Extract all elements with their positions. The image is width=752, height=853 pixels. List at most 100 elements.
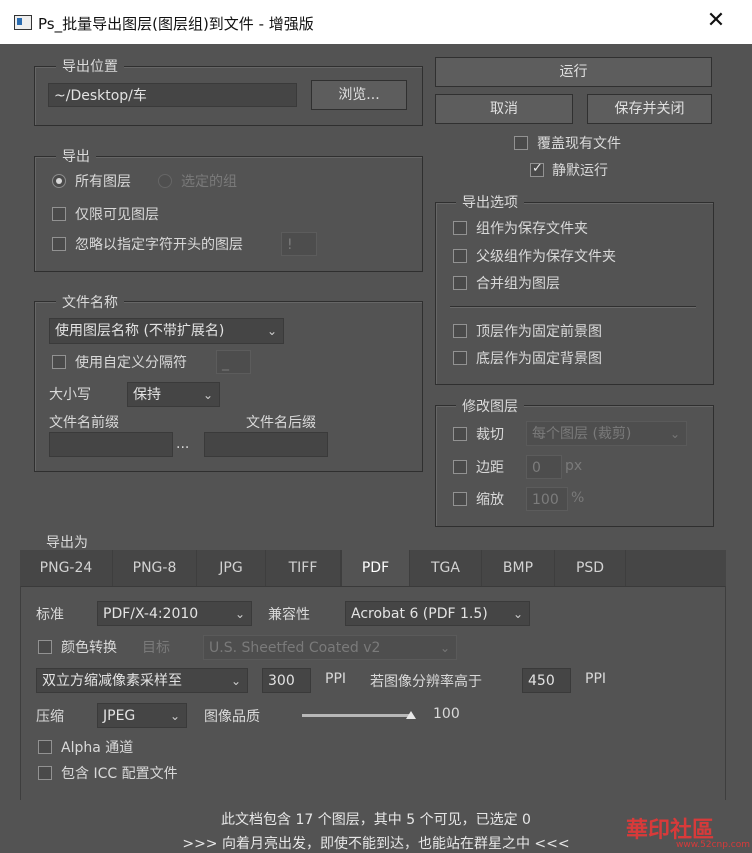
standard-select[interactable]: PDF/X-4:2010 ⌄ xyxy=(97,601,252,626)
standard-label: 标准 xyxy=(36,607,64,623)
case-value: 保持 xyxy=(133,387,161,403)
tab-jpg[interactable]: JPG xyxy=(197,550,266,586)
export-options-legend: 导出选项 xyxy=(456,192,524,212)
crop-mode-select[interactable]: 每个图层 (裁剪) ⌄ xyxy=(526,421,687,446)
downsample-ppi-input[interactable]: 300 xyxy=(262,668,311,693)
silent-run-label: 静默运行 xyxy=(552,163,608,179)
prefix-suffix-ellipsis: ... xyxy=(176,436,190,452)
options-divider xyxy=(450,306,696,307)
selected-groups-radio[interactable] xyxy=(158,174,172,188)
crop-label: 裁切 xyxy=(476,427,504,443)
target-profile-value: U.S. Sheetfed Coated v2 xyxy=(209,640,381,656)
naming-mode-select[interactable]: 使用图层名称 (不带扩展名) ⌄ xyxy=(49,318,284,344)
compression-select[interactable]: JPEG ⌄ xyxy=(97,703,187,728)
case-select[interactable]: 保持 ⌄ xyxy=(127,382,220,407)
tab-tiff[interactable]: TIFF xyxy=(266,550,341,586)
downsample-select[interactable]: 双立方缩减像素采样至 ⌄ xyxy=(36,668,248,693)
compat-label: 兼容性 xyxy=(268,607,310,623)
chevron-down-icon: ⌄ xyxy=(234,607,245,621)
export-as-legend: 导出为 xyxy=(40,532,94,552)
group-as-folder-label: 组作为保存文件夹 xyxy=(476,221,588,237)
tab-tga[interactable]: TGA xyxy=(410,550,482,586)
tab-psd[interactable]: PSD xyxy=(555,550,626,586)
prefix-input[interactable] xyxy=(49,432,173,457)
chevron-down-icon: ⌄ xyxy=(169,709,180,723)
color-conversion-label: 颜色转换 xyxy=(61,640,117,656)
ignore-prefix-label: 忽略以指定字符开头的图层 xyxy=(75,237,243,253)
chevron-down-icon: ⌄ xyxy=(512,607,523,621)
all-layers-radio[interactable] xyxy=(52,174,66,188)
downsample-value: 双立方缩减像素采样至 xyxy=(42,673,182,689)
run-button[interactable]: 运行 xyxy=(435,57,712,87)
margin-checkbox[interactable] xyxy=(453,460,467,474)
scale-input[interactable]: 100 xyxy=(526,487,568,511)
margin-input[interactable]: 0 xyxy=(526,455,562,479)
compression-value: JPEG xyxy=(103,708,136,724)
merge-group-checkbox[interactable] xyxy=(453,276,467,290)
tab-png24[interactable]: PNG-24 xyxy=(20,550,113,586)
custom-separator-input[interactable]: _ xyxy=(216,350,251,374)
chevron-down-icon: ⌄ xyxy=(439,641,450,655)
compat-select[interactable]: Acrobat 6 (PDF 1.5) ⌄ xyxy=(345,601,530,626)
chevron-down-icon: ⌄ xyxy=(669,427,680,441)
quality-slider-track[interactable] xyxy=(302,714,412,717)
silent-run-checkbox[interactable] xyxy=(530,161,544,177)
threshold-ppi-input[interactable]: 450 xyxy=(522,668,571,693)
scale-unit: % xyxy=(571,490,585,506)
path-input[interactable]: ~/Desktop/车 xyxy=(48,83,297,107)
chevron-down-icon: ⌄ xyxy=(266,324,277,338)
title-bar: Ps_批量导出图层(图层组)到文件 - 增强版 ✕ xyxy=(0,0,752,44)
color-conversion-checkbox[interactable] xyxy=(38,640,52,654)
naming-mode-value: 使用图层名称 (不带扩展名) xyxy=(55,323,225,339)
crop-mode-value: 每个图层 (裁剪) xyxy=(532,426,632,442)
compat-value: Acrobat 6 (PDF 1.5) xyxy=(351,606,488,622)
downsample-ppi-unit: PPI xyxy=(325,671,347,687)
bottom-layer-background-checkbox[interactable] xyxy=(453,351,467,365)
overwrite-label: 覆盖现有文件 xyxy=(537,136,621,152)
prefix-label: 文件名前缀 xyxy=(49,415,119,431)
quality-slider-handle[interactable] xyxy=(406,711,416,719)
chevron-down-icon: ⌄ xyxy=(230,674,241,688)
all-layers-label: 所有图层 xyxy=(75,174,131,190)
ignore-prefix-input[interactable]: ! xyxy=(281,232,317,256)
crop-checkbox[interactable] xyxy=(453,427,467,441)
compression-label: 压缩 xyxy=(36,709,64,725)
ignore-prefix-checkbox[interactable] xyxy=(52,237,66,251)
custom-separator-checkbox[interactable] xyxy=(52,355,66,369)
group-as-folder-checkbox[interactable] xyxy=(453,221,467,235)
tab-png8[interactable]: PNG-8 xyxy=(113,550,197,586)
window-title: Ps_批量导出图层(图层组)到文件 - 增强版 xyxy=(38,15,314,33)
threshold-ppi-unit: PPI xyxy=(585,671,607,687)
margin-unit: px xyxy=(565,458,583,474)
quality-value: 100 xyxy=(433,706,460,722)
top-layer-foreground-checkbox[interactable] xyxy=(453,324,467,338)
export-legend: 导出 xyxy=(56,146,96,166)
visible-only-checkbox[interactable] xyxy=(52,207,66,221)
scale-checkbox[interactable] xyxy=(453,492,467,506)
icc-profile-checkbox[interactable] xyxy=(38,766,52,780)
quality-label: 图像品质 xyxy=(204,709,260,725)
tab-bmp[interactable]: BMP xyxy=(482,550,555,586)
suffix-label: 文件名后缀 xyxy=(246,415,316,431)
standard-value: PDF/X-4:2010 xyxy=(103,606,199,622)
selected-groups-label: 选定的组 xyxy=(181,174,237,190)
browse-button[interactable]: 浏览... xyxy=(311,80,407,110)
bottom-layer-background-label: 底层作为固定背景图 xyxy=(476,351,602,367)
target-label: 目标 xyxy=(142,640,170,656)
chevron-down-icon: ⌄ xyxy=(202,388,213,402)
tab-pdf[interactable]: PDF xyxy=(341,550,410,586)
alpha-channel-checkbox[interactable] xyxy=(38,740,52,754)
threshold-label: 若图像分辨率高于 xyxy=(370,674,482,690)
parent-group-as-folder-checkbox[interactable] xyxy=(453,249,467,263)
save-close-button[interactable]: 保存并关闭 xyxy=(587,94,712,124)
app-icon xyxy=(14,15,32,30)
overwrite-checkbox[interactable] xyxy=(514,136,528,150)
close-icon[interactable]: ✕ xyxy=(700,6,732,36)
custom-separator-label: 使用自定义分隔符 xyxy=(75,355,187,371)
parent-group-as-folder-label: 父级组作为保存文件夹 xyxy=(476,249,616,265)
top-layer-foreground-label: 顶层作为固定前景图 xyxy=(476,324,602,340)
cancel-button[interactable]: 取消 xyxy=(435,94,573,124)
suffix-input[interactable] xyxy=(204,432,328,457)
filename-legend: 文件名称 xyxy=(56,292,124,312)
target-profile-select[interactable]: U.S. Sheetfed Coated v2 ⌄ xyxy=(203,635,457,660)
